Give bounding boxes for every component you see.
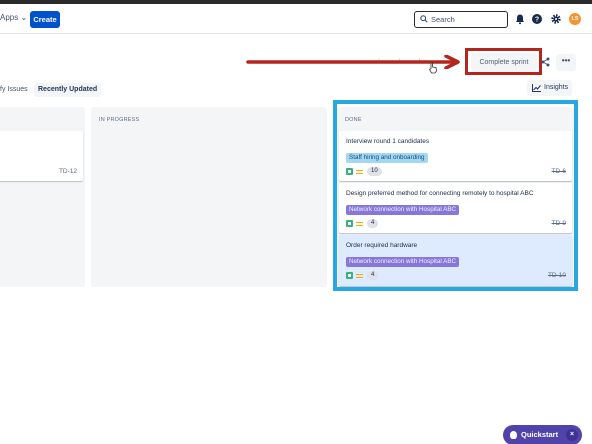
complete-sprint-highlight <box>465 48 542 75</box>
settings-icon[interactable] <box>550 13 562 25</box>
chevron-down-icon: ⌄ <box>20 13 28 22</box>
lightbulb-icon <box>510 431 517 439</box>
notifications-icon[interactable] <box>514 13 526 25</box>
issue-key: TD-12 <box>58 168 77 175</box>
quickstart-label: Quickstart <box>521 430 559 439</box>
column-todo: TD-12 <box>0 107 85 287</box>
more-actions-button[interactable]: ••• <box>556 54 576 71</box>
done-column-highlight <box>333 100 578 291</box>
search-placeholder: Search <box>431 15 455 24</box>
apps-menu[interactable]: Apps ⌄ <box>0 13 27 22</box>
insights-label: Insights <box>544 84 569 91</box>
top-navigation-bar: Apps ⌄ Create Search ? LS <box>0 4 592 34</box>
insights-button[interactable]: Insights <box>527 80 572 96</box>
svg-text:?: ? <box>535 17 539 24</box>
help-icon[interactable]: ? <box>531 13 543 25</box>
column-title: IN PROGRESS <box>99 117 140 123</box>
apps-menu-label: Apps <box>0 13 19 22</box>
search-input[interactable]: Search <box>414 11 508 28</box>
filter-recently-updated[interactable]: Recently Updated <box>34 83 102 97</box>
filter-my-issues[interactable]: fy Issues <box>0 83 28 97</box>
insights-chart-icon <box>532 84 541 92</box>
column-in-progress: IN PROGRESS <box>91 107 327 287</box>
quickstart-button[interactable]: Quickstart × <box>503 425 582 444</box>
search-icon <box>420 15 428 23</box>
avatar[interactable]: LS <box>569 13 581 25</box>
close-icon[interactable]: × <box>566 429 578 441</box>
create-button[interactable]: Create <box>30 11 60 28</box>
card-td-12[interactable]: TD-12 <box>0 131 83 181</box>
share-icon[interactable] <box>541 57 550 67</box>
hand-cursor-icon <box>428 62 437 74</box>
